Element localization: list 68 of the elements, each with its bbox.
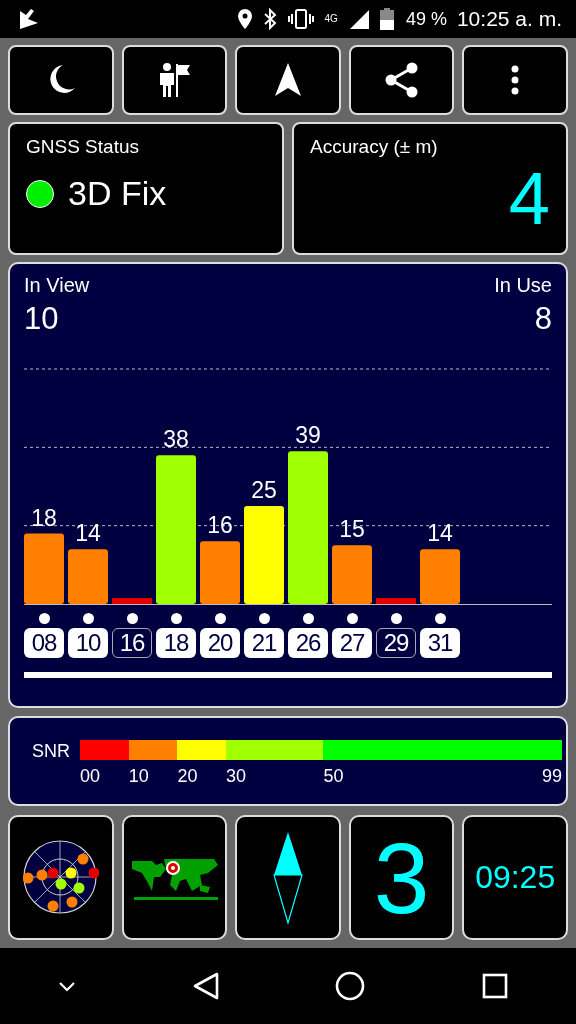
satellite-dot bbox=[38, 613, 50, 624]
sky-view-button[interactable] bbox=[8, 815, 114, 940]
world-map-button[interactable] bbox=[121, 815, 228, 940]
satellite-dot bbox=[346, 613, 358, 624]
satellite-dot bbox=[214, 613, 226, 624]
satellite-dot bbox=[434, 613, 446, 624]
more-icon bbox=[511, 64, 520, 96]
snr-value: 16 bbox=[207, 512, 233, 539]
share-icon bbox=[383, 62, 420, 98]
in-use-label: In Use bbox=[494, 274, 552, 297]
satellite-dot bbox=[126, 613, 138, 624]
satellites-used-count: 3 bbox=[373, 827, 430, 928]
satellite-dot bbox=[390, 613, 402, 624]
fix-status-dot bbox=[26, 179, 54, 208]
snr-tick-label: 10 bbox=[128, 766, 149, 787]
home-icon bbox=[335, 971, 366, 1001]
network-type: 4G bbox=[324, 14, 338, 24]
location-icon bbox=[236, 8, 253, 30]
map-button[interactable] bbox=[121, 45, 228, 115]
satellite-id: 29 bbox=[376, 628, 416, 658]
satellite-id: 10 bbox=[68, 628, 108, 658]
snr-label: SNR bbox=[32, 741, 70, 763]
battery-icon bbox=[379, 8, 394, 30]
accuracy-value: 4 bbox=[508, 162, 550, 236]
snr-value: 18 bbox=[31, 504, 57, 531]
satellite-id: 31 bbox=[420, 628, 460, 658]
satellite-id: 08 bbox=[24, 628, 64, 658]
snr-value: 15 bbox=[339, 516, 365, 543]
in-use-count: 8 bbox=[534, 301, 552, 337]
battery-percent: 49 % bbox=[405, 8, 447, 30]
card-title: Accuracy (± m) bbox=[310, 136, 439, 158]
satellite-id: 16 bbox=[112, 628, 152, 658]
snr-tick-label: 20 bbox=[177, 766, 198, 787]
satellite-id: 27 bbox=[332, 628, 372, 658]
back-icon bbox=[192, 972, 219, 1000]
fix-status: 3D Fix bbox=[68, 174, 167, 213]
snr-tick-label: 30 bbox=[226, 766, 247, 787]
satellite-id: 21 bbox=[244, 628, 284, 658]
in-view-label: In View bbox=[24, 274, 90, 297]
app-icon bbox=[18, 9, 40, 29]
snr-value: 25 bbox=[251, 477, 277, 504]
satellite-id: 26 bbox=[288, 628, 328, 658]
snr-tick-label: 99 bbox=[541, 766, 562, 787]
satellite-id: 18 bbox=[156, 628, 196, 658]
snr-value: 39 bbox=[295, 422, 321, 449]
card-title: GNSS Status bbox=[26, 136, 140, 158]
snr-value: 38 bbox=[163, 426, 189, 453]
in-view-count: 10 bbox=[24, 301, 60, 337]
satellite-dot bbox=[170, 613, 182, 624]
share-button[interactable] bbox=[348, 45, 455, 115]
clock-time: 10:25 a. m. bbox=[456, 7, 562, 31]
satellite-dot bbox=[302, 613, 314, 624]
vibrate-icon bbox=[286, 8, 315, 30]
satellite-dot bbox=[258, 613, 270, 624]
navigate-button[interactable] bbox=[235, 45, 341, 115]
compass-button[interactable] bbox=[235, 815, 341, 940]
more-button[interactable] bbox=[462, 45, 568, 115]
fix-time: 09:25 bbox=[475, 859, 556, 896]
snr-value: 14 bbox=[75, 520, 101, 547]
recents-icon bbox=[481, 973, 508, 999]
navigation-arrow-icon bbox=[274, 62, 302, 98]
bluetooth-icon bbox=[262, 8, 277, 30]
snr-value: 14 bbox=[427, 520, 453, 547]
night-mode-button[interactable] bbox=[8, 45, 114, 115]
snr-tick-label: 00 bbox=[80, 766, 101, 787]
snr-tick-label: 50 bbox=[323, 766, 344, 787]
satellite-dot bbox=[82, 613, 94, 624]
satellite-id: 20 bbox=[200, 628, 240, 658]
